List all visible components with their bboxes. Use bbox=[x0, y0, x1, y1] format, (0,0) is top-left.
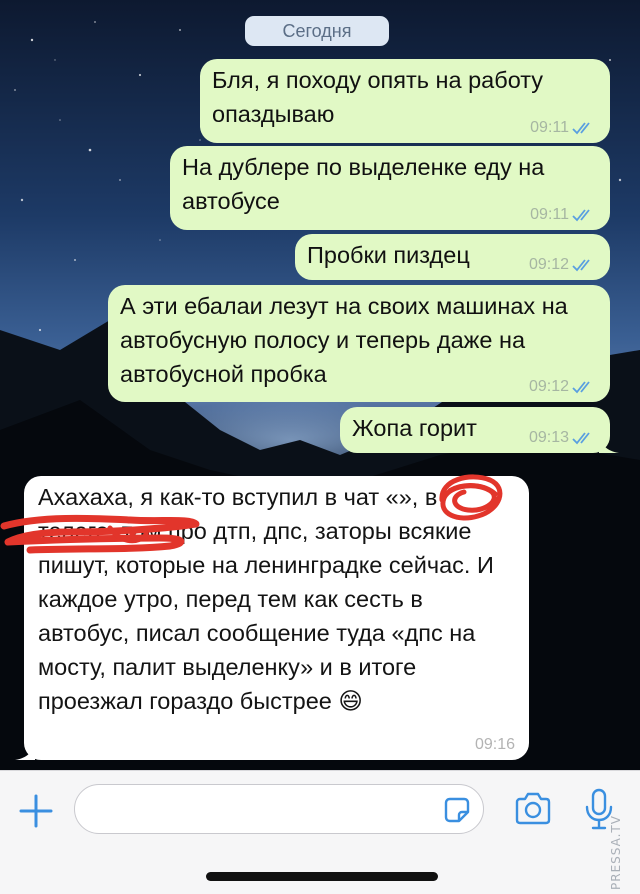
message-bubble-incoming[interactable]: Ахахаха, я как-то вступил в чат «», в те… bbox=[15, 476, 529, 760]
message-meta: 09:16 bbox=[475, 735, 515, 755]
message-time: 09:11 bbox=[530, 206, 569, 223]
message-bubble-outgoing[interactable]: Бля, я походу опять на работу опаздываю … bbox=[200, 59, 610, 143]
message-time: 09:12 bbox=[528, 378, 569, 395]
message-time: 09:16 bbox=[474, 736, 515, 753]
message-bubble-outgoing[interactable]: А эти ебалаи лезут на своих машинах на а… bbox=[108, 285, 610, 402]
message-time: 09:13 bbox=[528, 429, 569, 446]
message-bubble-outgoing[interactable]: Жопа горит 09:13 bbox=[340, 407, 619, 453]
double-check-icon bbox=[572, 381, 590, 394]
camera-icon[interactable] bbox=[513, 791, 553, 827]
message-meta: 09:11 bbox=[530, 205, 596, 225]
message-bubble-outgoing[interactable]: Пробки пиздец 09:12 bbox=[295, 234, 610, 280]
message-meta: 09:12 bbox=[529, 255, 596, 275]
message-meta: 09:11 bbox=[530, 118, 596, 138]
watermark: PRESSA.TV bbox=[609, 815, 623, 890]
bubble-tail bbox=[15, 742, 35, 760]
message-meta: 09:13 bbox=[529, 428, 596, 448]
home-indicator[interactable] bbox=[206, 872, 438, 881]
message-meta: 09:12 bbox=[529, 377, 596, 397]
double-check-icon bbox=[572, 432, 590, 445]
sticker-icon[interactable] bbox=[442, 795, 472, 825]
message-time: 09:11 bbox=[530, 119, 569, 136]
message-bubble-outgoing[interactable]: На дублере по выделенке еду на автобусе … bbox=[170, 146, 610, 230]
bubble-tail bbox=[599, 435, 619, 453]
message-text: Ахахаха, я как-то вступил в чат «», в те… bbox=[38, 484, 494, 714]
message-time: 09:12 bbox=[528, 256, 569, 273]
message-text: А эти ебалаи лезут на своих машинах на а… bbox=[120, 293, 568, 387]
double-check-icon bbox=[572, 122, 590, 135]
double-check-icon bbox=[572, 259, 590, 272]
date-separator: Сегодня bbox=[245, 16, 389, 46]
message-input[interactable] bbox=[74, 784, 484, 834]
double-check-icon bbox=[572, 209, 590, 222]
plus-icon[interactable] bbox=[18, 793, 54, 829]
